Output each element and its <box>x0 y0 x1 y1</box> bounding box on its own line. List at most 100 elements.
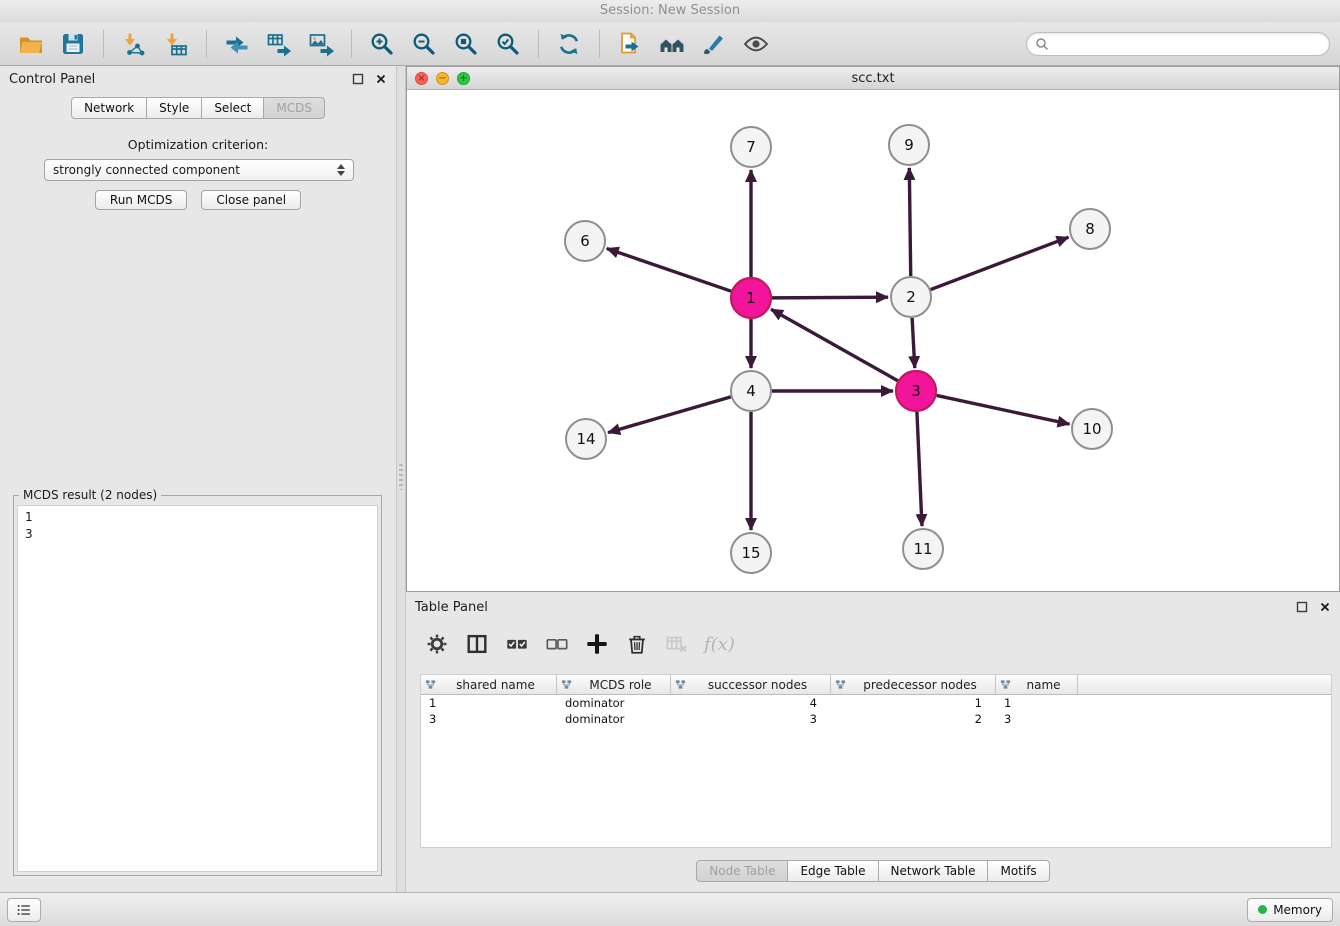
tab-mcds[interactable]: MCDS <box>263 97 325 119</box>
edge-1-2[interactable] <box>772 297 888 298</box>
export-table-icon[interactable] <box>265 30 293 58</box>
close-table-panel-icon[interactable] <box>1319 601 1331 613</box>
column-type-icon <box>1000 679 1011 690</box>
node-8[interactable]: 8 <box>1070 209 1110 249</box>
column-chooser-icon[interactable] <box>464 632 489 657</box>
memory-button[interactable]: Memory <box>1247 898 1333 922</box>
close-window-icon[interactable]: × <box>415 72 428 85</box>
network-snapshot-icon[interactable] <box>616 30 644 58</box>
main-toolbar-icons <box>10 30 777 58</box>
window-controls: ×−+ <box>407 72 470 85</box>
node-6[interactable]: 6 <box>565 221 605 261</box>
node-1[interactable]: 1 <box>731 278 771 318</box>
apply-style-icon[interactable] <box>700 30 728 58</box>
cell: 3 <box>996 712 1078 726</box>
network-view-window: scc.txt ×−+ 7968124314101511 <box>406 66 1340 592</box>
import-table-icon[interactable] <box>162 30 190 58</box>
criterion-dropdown[interactable]: strongly connected component <box>44 159 354 181</box>
status-list-button[interactable] <box>7 898 41 922</box>
main-toolbar <box>0 22 1340 66</box>
search-icon <box>1035 37 1049 51</box>
panel-splitter[interactable] <box>396 66 406 892</box>
select-all-rows-icon[interactable] <box>504 632 529 657</box>
import-network-icon[interactable] <box>120 30 148 58</box>
close-panel-button[interactable]: Close panel <box>201 190 301 210</box>
edge-3-1[interactable] <box>771 309 898 380</box>
column-header-successor-nodes[interactable]: successor nodes <box>671 675 831 694</box>
table-row[interactable]: 3dominator323 <box>421 711 1331 727</box>
node-10[interactable]: 10 <box>1072 409 1112 449</box>
splitter-grip-icon <box>399 464 403 490</box>
tab-network-table[interactable]: Network Table <box>878 860 989 882</box>
column-header-label: MCDS role <box>589 678 651 692</box>
export-network-icon[interactable] <box>223 30 251 58</box>
node-label: 7 <box>746 138 756 156</box>
node-7[interactable]: 7 <box>731 127 771 167</box>
search-input[interactable] <box>1054 36 1321 52</box>
tab-network[interactable]: Network <box>71 97 147 119</box>
toolbar-separator <box>599 30 600 58</box>
deselect-all-rows-icon[interactable] <box>544 632 569 657</box>
zoom-window-icon[interactable]: + <box>457 72 470 85</box>
first-neighbors-icon[interactable] <box>658 30 686 58</box>
edge-3-11[interactable] <box>917 412 922 526</box>
edge-1-6[interactable] <box>607 248 731 291</box>
node-3[interactable]: 3 <box>896 371 936 411</box>
zoom-fit-icon[interactable] <box>452 30 480 58</box>
column-type-icon <box>675 679 686 690</box>
column-header-predecessor-nodes[interactable]: predecessor nodes <box>831 675 996 694</box>
table-settings-icon[interactable] <box>424 632 449 657</box>
control-panel-header: Control Panel <box>0 66 396 92</box>
memory-status-dot <box>1258 905 1267 914</box>
table-panel-title: Table Panel <box>415 600 488 615</box>
network-canvas[interactable]: 7 9 6 8 1 2 4 3 14 10 15 11 <box>407 89 1339 591</box>
column-header-name[interactable]: name <box>996 675 1078 694</box>
status-bar: Memory <box>0 892 1340 926</box>
run-mcds-button[interactable]: Run MCDS <box>95 190 187 210</box>
node-label: 15 <box>741 544 760 562</box>
zoom-out-icon[interactable] <box>410 30 438 58</box>
window-title: Session: New Session <box>600 3 740 18</box>
node-15[interactable]: 15 <box>731 533 771 573</box>
apply-layout-icon[interactable] <box>555 30 583 58</box>
float-panel-icon[interactable] <box>352 73 364 85</box>
add-row-icon[interactable] <box>584 632 609 657</box>
close-panel-icon[interactable] <box>375 73 387 85</box>
edge-2-3[interactable] <box>912 318 915 368</box>
node-2[interactable]: 2 <box>891 277 931 317</box>
float-table-panel-icon[interactable] <box>1296 601 1308 613</box>
table-row[interactable]: 1dominator411 <box>421 695 1331 711</box>
column-header-label: successor nodes <box>708 678 807 692</box>
node-9[interactable]: 9 <box>889 125 929 165</box>
delete-row-icon[interactable] <box>624 632 649 657</box>
node-4[interactable]: 4 <box>731 371 771 411</box>
zoom-selected-icon[interactable] <box>494 30 522 58</box>
minimize-window-icon[interactable]: − <box>436 72 449 85</box>
zoom-in-icon[interactable] <box>368 30 396 58</box>
node-table: shared name MCDS role successor nodes prede… <box>420 674 1332 848</box>
edge-4-14[interactable] <box>608 397 731 433</box>
tab-select[interactable]: Select <box>201 97 264 119</box>
export-image-icon[interactable] <box>307 30 335 58</box>
edge-2-8[interactable] <box>931 237 1069 289</box>
column-header-shared-name[interactable]: shared name <box>421 675 557 694</box>
node-label: 8 <box>1085 220 1095 238</box>
dropdown-arrows-icon <box>337 164 345 176</box>
mcds-result-list[interactable]: 13 <box>17 505 378 872</box>
save-session-icon[interactable] <box>59 30 87 58</box>
column-header-mcds-role[interactable]: MCDS role <box>557 675 671 694</box>
tab-edge-table[interactable]: Edge Table <box>787 860 878 882</box>
delete-table-icon <box>664 632 689 657</box>
tab-style[interactable]: Style <box>146 97 202 119</box>
tab-motifs[interactable]: Motifs <box>987 860 1049 882</box>
edge-2-9[interactable] <box>909 168 910 276</box>
node-label: 2 <box>906 288 916 306</box>
search-box[interactable] <box>1026 32 1330 56</box>
open-session-icon[interactable] <box>17 30 45 58</box>
node-11[interactable]: 11 <box>903 529 943 569</box>
table-body: 1dominator4113dominator323 <box>421 695 1331 727</box>
node-14[interactable]: 14 <box>566 419 606 459</box>
show-graphics-icon[interactable] <box>742 30 770 58</box>
edge-3-10[interactable] <box>937 395 1070 424</box>
tab-node-table[interactable]: Node Table <box>696 860 788 882</box>
